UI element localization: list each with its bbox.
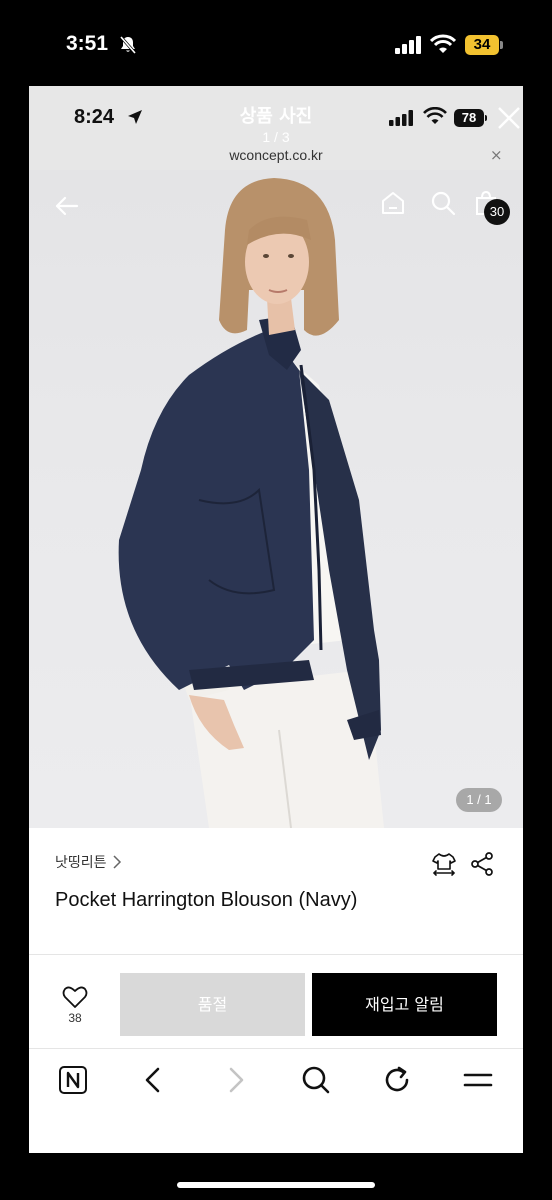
forward-icon — [229, 1067, 244, 1093]
search-icon[interactable] — [300, 1064, 332, 1096]
page-url: wconcept.co.kr — [229, 147, 323, 163]
inner-battery-icon: 78 — [454, 109, 488, 127]
product-name: Pocket Harrington Blouson (Navy) — [55, 889, 358, 911]
battery-icon: 34 — [465, 35, 503, 55]
inner-wifi-icon — [423, 107, 447, 124]
menu-icon[interactable] — [462, 1064, 494, 1096]
restock-alert-button[interactable]: 재입고 알림 — [312, 973, 497, 1036]
wishlist-button[interactable]: 38 — [59, 985, 91, 1025]
hanger-tshirt-icon[interactable] — [431, 851, 457, 877]
back-arrow-icon[interactable] — [53, 192, 81, 220]
heart-icon — [62, 986, 88, 1008]
sold-out-button: 품절 — [120, 973, 305, 1036]
search-icon[interactable] — [429, 189, 457, 217]
back-icon[interactable] — [138, 1064, 170, 1096]
product-photo[interactable]: 30 1 / 1 — [29, 170, 523, 828]
viewer-counter: 1 / 3 — [262, 129, 290, 145]
signal-icon — [395, 36, 421, 54]
image-pager: 1 / 1 — [456, 788, 502, 812]
inner-screenshot: 8:24 상품 사진 1 / 3 wconcept.co.kr × 78 30 … — [29, 86, 523, 1153]
divider — [29, 1048, 523, 1049]
outer-time: 3:51 — [66, 32, 109, 55]
n-icon[interactable] — [57, 1064, 89, 1096]
url-close-icon[interactable]: × — [490, 146, 503, 164]
wifi-icon — [430, 34, 456, 53]
viewer-title: 상품 사진 — [239, 106, 313, 127]
outer-status-bar: 3:51 34 — [0, 0, 552, 88]
battery-level: 34 — [465, 35, 499, 55]
chevron-right-icon — [113, 855, 121, 869]
cart-count-badge: 30 — [484, 199, 510, 225]
brand-name: 낫띵리튼 — [55, 855, 107, 871]
share-icon[interactable] — [469, 851, 495, 877]
bell-muted-icon — [119, 36, 137, 54]
home-indicator[interactable] — [177, 1182, 375, 1188]
viewer-close-icon[interactable] — [495, 104, 523, 132]
divider — [29, 954, 523, 955]
inner-signal-icon — [389, 110, 413, 126]
brand-link[interactable]: 낫띵리튼 — [55, 852, 123, 872]
home-icon[interactable] — [379, 189, 407, 217]
refresh-icon[interactable] — [381, 1064, 413, 1096]
wish-count: 38 — [68, 1011, 82, 1025]
photo-viewer-header: 8:24 상품 사진 1 / 3 wconcept.co.kr × 78 — [29, 86, 523, 170]
model-photo-illustration — [118, 178, 384, 828]
inner-battery-level: 78 — [454, 109, 484, 127]
